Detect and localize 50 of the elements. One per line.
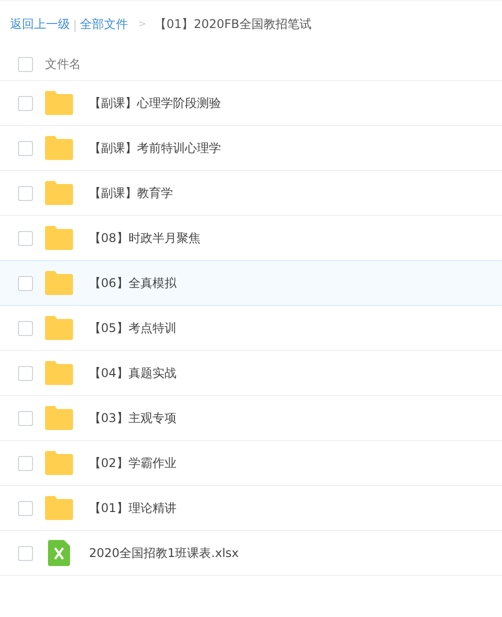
folder-icon: [45, 91, 73, 115]
folder-icon: [45, 181, 73, 205]
file-name[interactable]: 【04】真题实战: [89, 364, 176, 382]
folder-icon: [45, 271, 73, 295]
checkbox[interactable]: [18, 230, 33, 246]
checkbox[interactable]: [18, 276, 33, 290]
folder-icon: [45, 406, 73, 430]
checkbox[interactable]: [18, 320, 33, 336]
file-row[interactable]: 【02】学霸作业: [0, 441, 502, 486]
checkbox[interactable]: [18, 96, 33, 110]
file-row[interactable]: 【03】主观专项: [0, 396, 502, 441]
file-row[interactable]: 【副课】心理学阶段测验: [0, 81, 502, 126]
file-row[interactable]: 2020全国招教1班课表.xlsx: [0, 531, 502, 576]
file-row[interactable]: 【05】考点特训: [0, 306, 502, 351]
file-name[interactable]: 【06】全真模拟: [89, 274, 176, 292]
file-row[interactable]: 【副课】考前特训心理学: [0, 126, 502, 171]
file-name[interactable]: 【08】时政半月聚焦: [89, 230, 200, 246]
current-folder: 【01】2020FB全国教招笔试: [154, 16, 312, 33]
checkbox[interactable]: [18, 186, 33, 200]
back-link[interactable]: 返回上一级: [10, 16, 70, 33]
file-name[interactable]: 【03】主观专项: [89, 410, 176, 426]
file-row[interactable]: 【01】理论精讲: [0, 486, 502, 531]
checkbox[interactable]: [18, 366, 33, 380]
file-name[interactable]: 2020全国招教1班课表.xlsx: [89, 544, 239, 562]
column-header: 文件名: [45, 56, 81, 72]
checkbox[interactable]: [18, 456, 33, 470]
file-name[interactable]: 【01】理论精讲: [89, 500, 176, 516]
folder-icon: [45, 496, 73, 520]
folder-icon: [45, 451, 73, 475]
file-row[interactable]: 【04】真题实战: [0, 351, 502, 396]
file-row[interactable]: 【副课】教育学: [0, 171, 502, 216]
checkbox[interactable]: [18, 140, 33, 156]
folder-icon: [45, 316, 73, 340]
folder-icon: [45, 136, 73, 160]
file-name[interactable]: 【05】考点特训: [89, 320, 176, 336]
all-files-link[interactable]: 全部文件: [80, 16, 128, 33]
select-all-checkbox[interactable]: [18, 56, 33, 72]
breadcrumb-separator: |: [73, 18, 78, 32]
file-name[interactable]: 【副课】教育学: [89, 184, 173, 202]
checkbox[interactable]: [18, 546, 33, 560]
breadcrumb-arrow: >: [138, 19, 146, 30]
checkbox[interactable]: [18, 410, 33, 426]
checkbox[interactable]: [18, 500, 33, 516]
folder-icon: [45, 226, 73, 250]
spreadsheet-icon: [48, 540, 70, 566]
file-name[interactable]: 【副课】心理学阶段测验: [89, 94, 221, 112]
file-name[interactable]: 【副课】考前特训心理学: [89, 140, 221, 156]
file-name[interactable]: 【02】学霸作业: [89, 454, 176, 472]
folder-icon: [45, 361, 73, 385]
file-row[interactable]: 【06】全真模拟: [0, 260, 502, 306]
